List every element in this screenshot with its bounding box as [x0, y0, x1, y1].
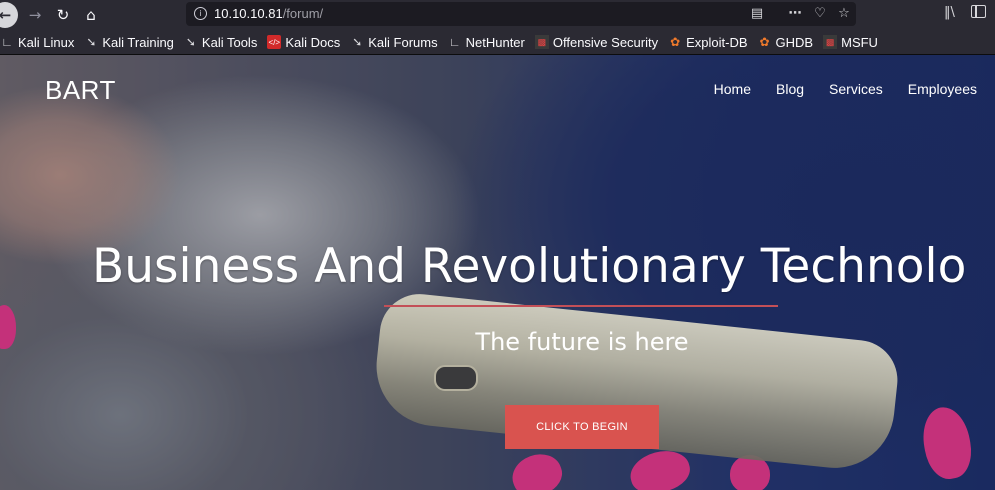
hero-background-detail: [918, 403, 976, 483]
hero-headline: Business And Revolutionary Technolo: [92, 239, 967, 294]
click-to-begin-button[interactable]: CLICK TO BEGIN: [505, 405, 659, 449]
bookmark-star-icon[interactable]: ☆: [835, 5, 853, 23]
bookmark-label: GHDB: [775, 34, 814, 50]
bookmark-label: Kali Docs: [285, 34, 341, 50]
hero-background-detail: [0, 305, 16, 349]
url-text[interactable]: 10.10.10.81/forum/: [214, 6, 323, 21]
bookmarks-bar: ∟ Kali Linux ➘ Kali Training ➘ Kali Tool…: [0, 30, 995, 55]
hero-tagline: The future is here: [475, 328, 689, 356]
bookmark-label: MSFU: [841, 34, 878, 50]
bookmark-nethunter[interactable]: ∟ NetHunter: [448, 35, 525, 50]
bookmark-label: Kali Tools: [201, 34, 258, 50]
forward-arrow-icon[interactable]: →: [24, 4, 46, 26]
site-logo[interactable]: BART: [45, 75, 116, 106]
nav-home-link[interactable]: Home: [714, 81, 751, 97]
hero-section: BART Home Blog Services Employees Busine…: [0, 55, 995, 490]
bookmark-kali-linux[interactable]: ∟ Kali Linux: [0, 35, 74, 50]
kali-dragon-icon: ➘: [352, 35, 363, 49]
exploit-db-icon: ✿: [670, 35, 681, 49]
kali-dragon-icon: ➘: [86, 35, 97, 49]
bookmark-ghdb[interactable]: ✿ GHDB: [758, 35, 814, 50]
bookmark-offensive-security[interactable]: ▩ Offensive Security: [534, 34, 659, 50]
kali-dragon-icon: ∟: [1, 35, 13, 49]
url-host: 10.10.10.81: [214, 6, 283, 21]
bookmark-exploit-db[interactable]: ✿ Exploit-DB: [668, 35, 747, 50]
back-arrow-icon[interactable]: ←: [0, 2, 18, 28]
nav-blog-link[interactable]: Blog: [776, 81, 804, 97]
offsec-icon: ▩: [534, 35, 549, 49]
home-icon[interactable]: ⌂: [80, 4, 102, 26]
pocket-icon[interactable]: ♡: [811, 5, 829, 23]
library-icon[interactable]: ‖\: [944, 5, 955, 20]
info-icon[interactable]: i: [194, 7, 207, 20]
reader-view-icon[interactable]: ▤: [748, 5, 766, 23]
sidebar-icon[interactable]: [971, 5, 986, 18]
bookmark-label: Offensive Security: [552, 34, 659, 50]
page-actions-menu-icon[interactable]: ⋯: [786, 5, 804, 23]
bookmark-kali-docs[interactable]: </> Kali Docs: [267, 35, 340, 50]
bookmark-label: NetHunter: [465, 34, 525, 50]
bookmark-label: Kali Training: [102, 34, 174, 50]
kali-dragon-icon: ➘: [185, 35, 196, 49]
nethunter-icon: ∟: [448, 35, 461, 49]
offsec-icon: ▩: [823, 35, 838, 49]
hero-divider: [384, 305, 778, 307]
bookmark-kali-training[interactable]: ➘ Kali Training: [84, 35, 174, 50]
kali-docs-icon: </>: [267, 35, 282, 49]
reload-icon[interactable]: ↻: [52, 4, 74, 26]
bookmark-kali-tools[interactable]: ➘ Kali Tools: [184, 35, 257, 50]
site-nav: Home Blog Services Employees: [714, 81, 977, 97]
bookmark-label: Exploit-DB: [686, 34, 748, 50]
browser-toolbar: ← → ↻ ⌂ i 10.10.10.81/forum/ ▤ ⋯ ♡ ☆ ‖\: [0, 0, 995, 30]
url-path: /forum/: [282, 6, 324, 21]
bookmark-msfu[interactable]: ▩ MSFU: [823, 35, 878, 50]
bookmark-kali-forums[interactable]: ➘ Kali Forums: [350, 35, 437, 50]
bookmark-label: Kali Linux: [18, 34, 75, 50]
hero-background-detail: [506, 447, 568, 490]
address-bar[interactable]: i 10.10.10.81/forum/ ▤ ⋯ ♡ ☆: [186, 2, 856, 26]
nav-services-link[interactable]: Services: [829, 81, 883, 97]
hero-phone-camera: [434, 365, 478, 391]
nav-employees-link[interactable]: Employees: [908, 81, 977, 97]
bookmark-label: Kali Forums: [368, 34, 438, 50]
exploit-db-icon: ✿: [759, 35, 770, 49]
